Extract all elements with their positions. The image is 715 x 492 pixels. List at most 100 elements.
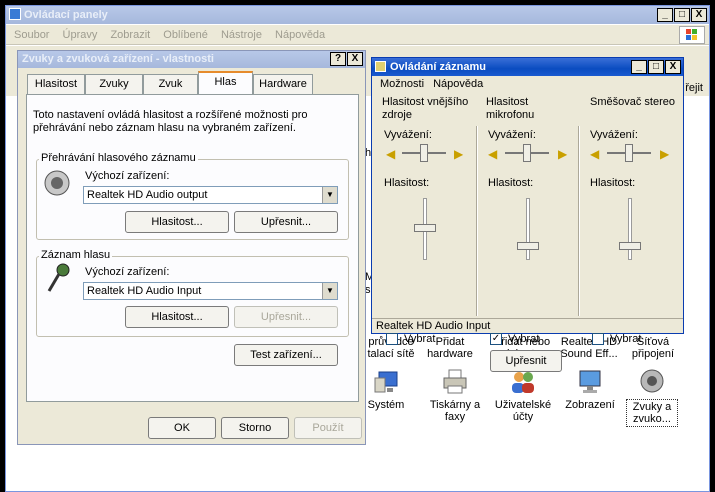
select-label: Vybrat	[404, 333, 436, 345]
balance-thumb[interactable]	[523, 144, 531, 162]
chevron-down-icon[interactable]: ▼	[322, 187, 337, 203]
volume-thumb[interactable]	[619, 242, 641, 250]
recording-mixer-window: Ovládání záznamu _ □ X Možnosti Nápověda…	[371, 57, 684, 372]
mixer-maximize-button[interactable]: □	[648, 60, 664, 74]
playback-device-value: Realtek HD Audio output	[87, 189, 208, 201]
speaker-left-icon: ◀	[590, 147, 600, 161]
recording-device-select[interactable]: Realtek HD Audio Input ▼	[83, 282, 338, 300]
playback-volume-button[interactable]: Hlasitost...	[125, 211, 229, 233]
tab-zvuky[interactable]: Zvuky	[85, 74, 143, 94]
control-panel-titlebar[interactable]: Ovládací panely _ □ X	[6, 6, 709, 24]
playback-default-label: Výchozí zařízení:	[85, 170, 170, 182]
icon-label: Systém	[367, 399, 405, 411]
menu-napoveda[interactable]: Nápověda	[275, 29, 325, 41]
mixer-titlebar[interactable]: Ovládání záznamu _ □ X	[372, 58, 683, 76]
speaker-playback-icon	[43, 169, 73, 202]
address-go-text[interactable]: řejit	[685, 82, 703, 94]
icon-label: Uživatelské účty	[494, 399, 552, 423]
description-text: Toto nastavení ovládá hlasitost a rozšíř…	[33, 109, 308, 134]
volume-track[interactable]	[526, 198, 530, 260]
dialog-titlebar[interactable]: Zvuky a zvuková zařízení - vlastnosti ? …	[18, 51, 365, 68]
windows-logo-icon	[679, 26, 705, 44]
volume-label: Hlasitost:	[384, 177, 430, 189]
icon-uzivatelske-ucty[interactable]: Uživatelské účty	[490, 368, 556, 423]
icon-label: Tiskárny a faxy	[429, 399, 481, 423]
menu-upravy[interactable]: Úpravy	[63, 29, 98, 41]
menu-zobrazit[interactable]: Zobrazit	[110, 29, 150, 41]
mixer-status-text: Realtek HD Audio Input	[376, 320, 491, 332]
volume-thumb[interactable]	[517, 242, 539, 250]
recording-legend: Záznam hlasu	[39, 249, 113, 261]
dialog-close-button[interactable]: X	[347, 52, 363, 66]
speaker-icon	[637, 368, 667, 396]
mixer-minimize-button[interactable]: _	[631, 60, 647, 74]
recording-device-value: Realtek HD Audio Input	[87, 285, 202, 297]
mixer-title: Ovládání záznamu	[390, 61, 486, 73]
select-checkbox[interactable]	[592, 333, 604, 345]
chevron-down-icon[interactable]: ▼	[322, 283, 337, 299]
icon-zobrazeni[interactable]: Zobrazení	[560, 368, 620, 411]
balance-label: Vyvážení:	[384, 129, 432, 141]
tab-page: Toto nastavení ovládá hlasitost a rozšíř…	[26, 94, 359, 402]
select-label: Vybrat	[508, 333, 540, 345]
tab-zvuk[interactable]: Zvuk	[143, 74, 198, 94]
control-panel-menubar: Soubor Úpravy Zobrazit Oblíbené Nástroje…	[6, 25, 709, 45]
playback-device-select[interactable]: Realtek HD Audio output ▼	[83, 186, 338, 204]
icon-zvuky[interactable]: Zvuky a zvuko...	[626, 368, 678, 427]
volume-label: Hlasitost:	[590, 177, 636, 189]
select-checkbox[interactable]: ✓	[490, 333, 502, 345]
menu-nastroje[interactable]: Nástroje	[221, 29, 262, 41]
tab-hlas[interactable]: Hlas	[198, 71, 253, 94]
column-name: Hlasitost mikrofonu	[486, 96, 535, 121]
menu-oblibene[interactable]: Oblíbené	[163, 29, 208, 41]
ok-button[interactable]: OK	[148, 417, 216, 439]
printer-icon	[440, 368, 470, 396]
select-label: Vybrat	[610, 333, 642, 345]
display-icon	[575, 368, 605, 396]
minimize-button[interactable]: _	[657, 8, 673, 22]
icon-label: Zobrazení	[565, 399, 615, 411]
maximize-button[interactable]: □	[674, 8, 690, 22]
tab-hardware[interactable]: Hardware	[253, 74, 313, 94]
recording-advanced-button[interactable]: Upřesnit...	[234, 306, 338, 328]
microphone-icon	[45, 263, 73, 298]
mixer-icon	[375, 61, 386, 72]
mixer-statusbar: Realtek HD Audio Input	[372, 318, 683, 333]
mixer-menu-napoveda[interactable]: Nápověda	[433, 78, 483, 90]
system-icon	[371, 368, 401, 396]
speaker-left-icon: ◀	[386, 147, 396, 161]
volume-thumb[interactable]	[414, 224, 436, 232]
column-name: Směšovač stereo	[590, 96, 675, 108]
test-device-button[interactable]: Test zařízení...	[234, 344, 338, 366]
balance-label: Vyvážení:	[488, 129, 536, 141]
speaker-right-icon: ▶	[660, 147, 670, 161]
mixer-menubar: Možnosti Nápověda	[372, 77, 683, 92]
control-panel-icon	[9, 8, 21, 20]
help-button[interactable]: ?	[330, 52, 346, 66]
column-name: Hlasitost vnějšího zdroje	[382, 96, 469, 121]
recording-default-label: Výchozí zařízení:	[85, 266, 170, 278]
users-icon	[508, 368, 538, 396]
mixer-column-microphone: Hlasitost mikrofonu Vyvážení: ◀ ▶ Hlasit…	[478, 94, 578, 372]
playback-advanced-button[interactable]: Upřesnit...	[234, 211, 338, 233]
mixer-menu-moznosti[interactable]: Možnosti	[380, 78, 424, 90]
cancel-button[interactable]: Storno	[221, 417, 289, 439]
balance-label: Vyvážení:	[590, 129, 638, 141]
volume-label: Hlasitost:	[488, 177, 534, 189]
icon-system[interactable]: Systém	[360, 368, 412, 411]
playback-legend: Přehrávání hlasového záznamu	[39, 152, 198, 164]
balance-thumb[interactable]	[420, 144, 428, 162]
tab-hlasitost[interactable]: Hlasitost	[27, 74, 85, 94]
mixer-column-external: Hlasitost vnějšího zdroje Vyvážení: ◀ ▶ …	[372, 94, 476, 345]
apply-button[interactable]: Použít	[294, 417, 362, 439]
close-button[interactable]: X	[691, 8, 707, 22]
select-checkbox[interactable]	[386, 333, 398, 345]
menu-soubor[interactable]: Soubor	[14, 29, 49, 41]
mixer-close-button[interactable]: X	[665, 60, 681, 74]
recording-volume-button[interactable]: Hlasitost...	[125, 306, 229, 328]
balance-thumb[interactable]	[625, 144, 633, 162]
icon-tiskarny[interactable]: Tiskárny a faxy	[424, 368, 486, 423]
icon-label: Zvuky a zvuko...	[626, 399, 678, 427]
volume-track[interactable]	[628, 198, 632, 260]
mixer-advanced-button[interactable]: Upřesnit	[490, 350, 562, 372]
